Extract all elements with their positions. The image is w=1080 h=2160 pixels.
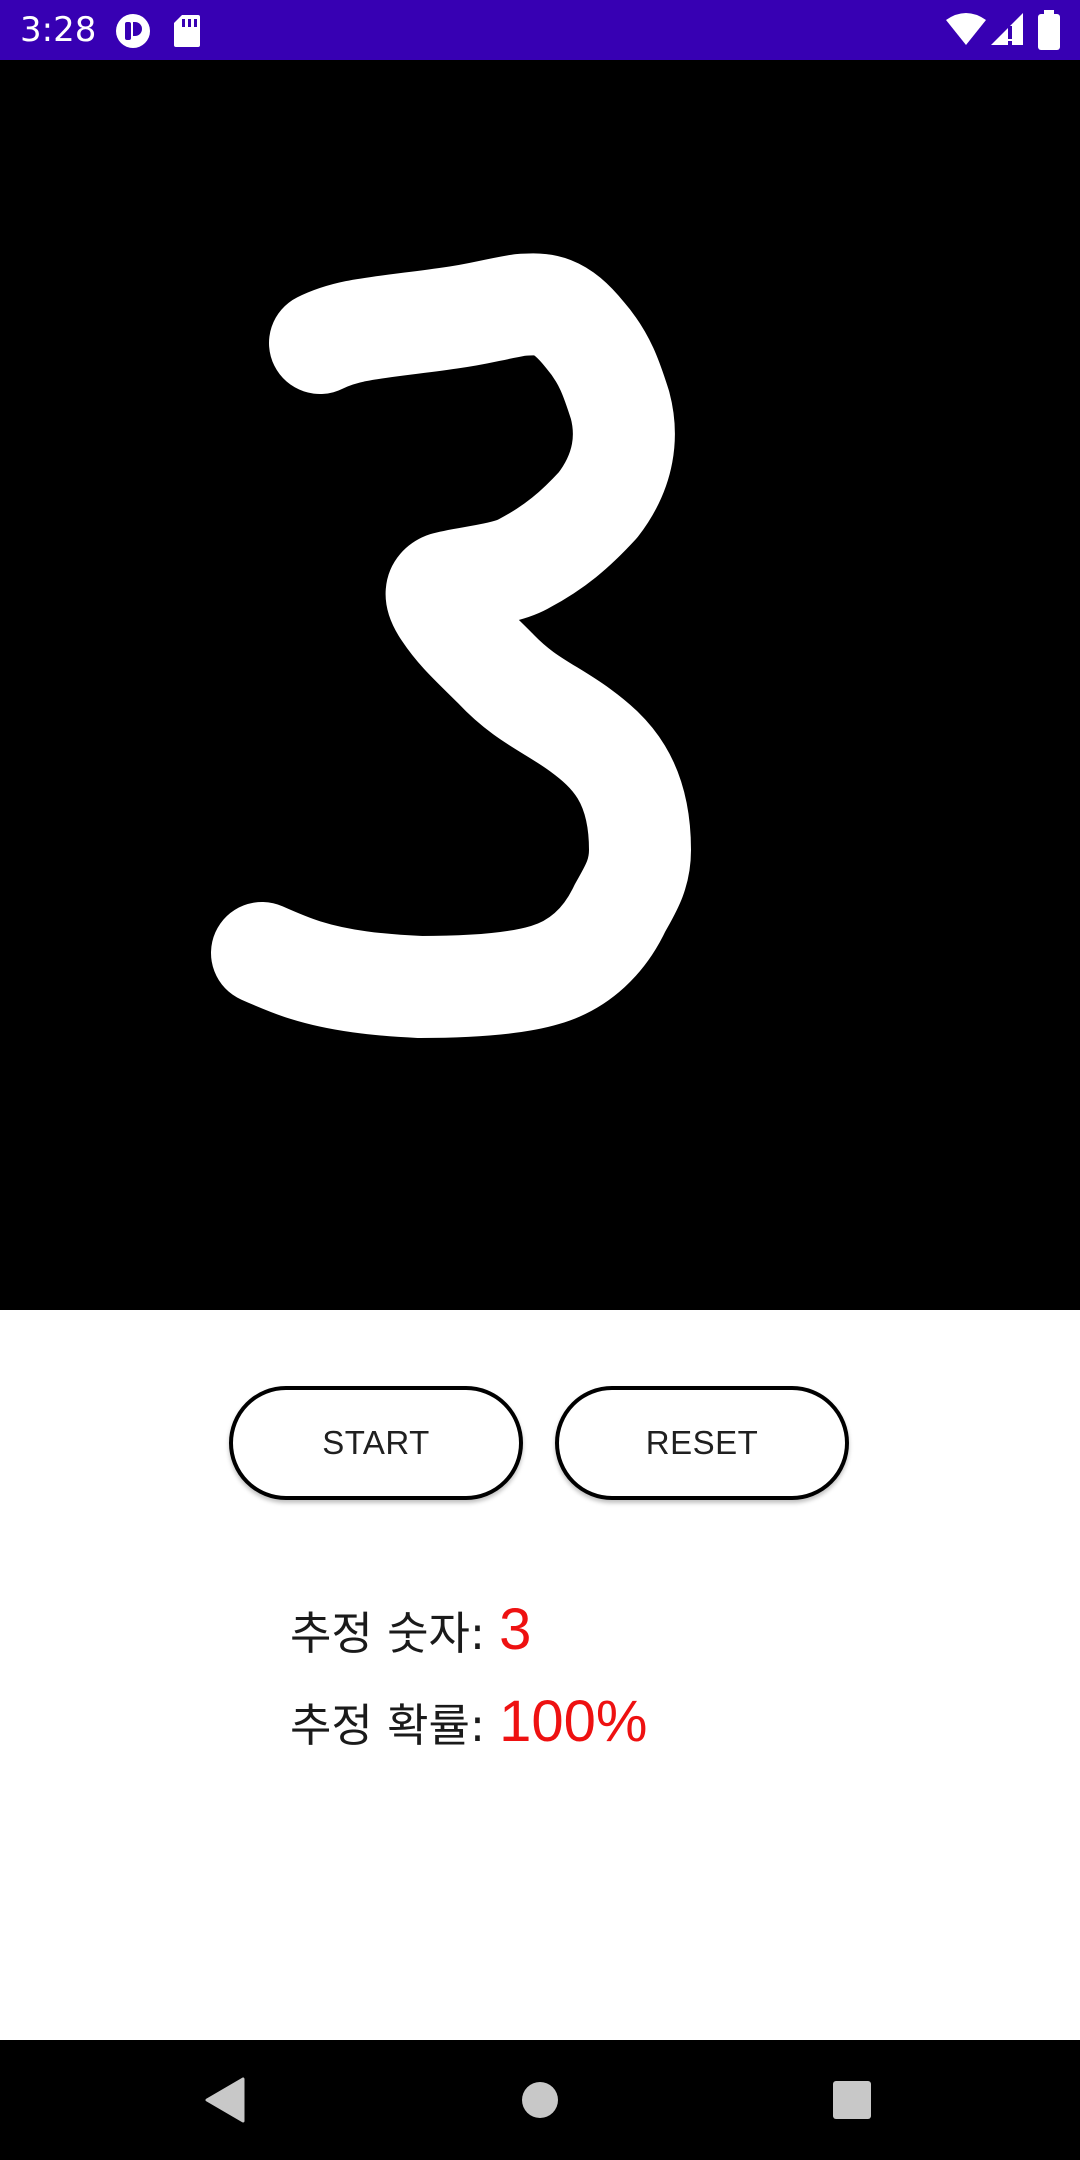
reset-button[interactable]: RESET [555, 1386, 849, 1500]
predicted-digit-label: 추정 숫자: [290, 1607, 486, 1660]
start-button[interactable]: START [229, 1386, 523, 1500]
predicted-probability-value: 100% [499, 1689, 648, 1754]
cell-signal-icon [991, 13, 1023, 45]
recents-button[interactable] [762, 2040, 942, 2160]
home-icon [522, 2082, 558, 2118]
predicted-digit-row: 추정 숫자: 3 [290, 1596, 531, 1676]
wifi-icon [946, 13, 986, 45]
battery-icon [1038, 10, 1060, 50]
back-button[interactable] [135, 2040, 315, 2160]
back-icon [205, 2077, 245, 2123]
drawing-canvas[interactable] [0, 60, 1080, 1310]
predicted-probability-label: 추정 확률: [290, 1699, 486, 1752]
sd-card-icon [174, 15, 200, 47]
navigation-bar [0, 2040, 1080, 2160]
predicted-digit-value: 3 [499, 1597, 532, 1662]
handwritten-stroke [211, 253, 691, 1038]
predicted-probability-row: 추정 확률: 100% [290, 1688, 647, 1768]
recents-icon [833, 2081, 871, 2119]
app-notification-icon [116, 14, 150, 48]
status-time: 3:28 [20, 10, 97, 50]
home-button[interactable] [450, 2040, 630, 2160]
status-bar: 3:28 [0, 0, 1080, 60]
